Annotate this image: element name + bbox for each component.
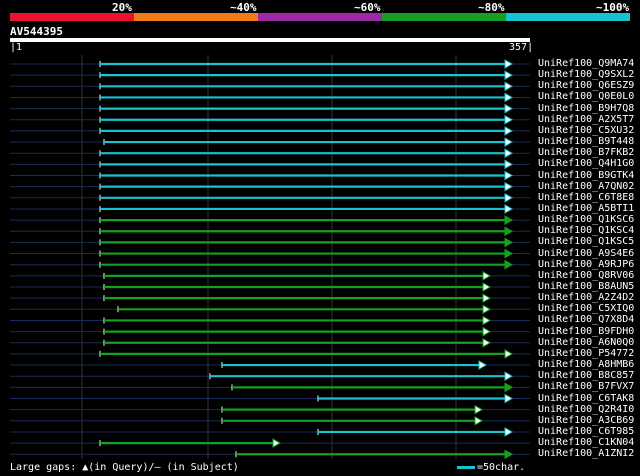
hit-label[interactable]: UniRef100_Q4H1G0 [538, 158, 634, 169]
hit-label[interactable]: UniRef100_Q2R4I0 [538, 404, 634, 415]
hit-bar[interactable] [221, 415, 484, 426]
hit-bar[interactable] [317, 393, 514, 404]
hit-label[interactable]: UniRef100_Q8RV06 [538, 270, 634, 281]
hit-bar[interactable] [103, 315, 492, 326]
hit-label[interactable]: UniRef100_A7QN02 [538, 181, 634, 192]
hit-bar[interactable] [99, 226, 514, 237]
hit-label[interactable]: UniRef100_B8AUN5 [538, 281, 634, 292]
legend-seg-purple [258, 13, 382, 21]
hit-bar[interactable] [99, 259, 514, 270]
hit-bar[interactable] [99, 248, 514, 259]
query-ruler [10, 38, 530, 42]
hit-bar[interactable] [99, 215, 514, 225]
hit-label[interactable]: UniRef100_Q9MA74 [538, 58, 634, 69]
hit-label[interactable]: UniRef100_C1KN04 [538, 437, 634, 448]
hit-bar[interactable] [99, 59, 514, 69]
hit-bar[interactable] [99, 438, 282, 448]
hit-bar[interactable] [103, 270, 492, 281]
hit-label[interactable]: UniRef100_Q0E0L0 [538, 91, 634, 102]
hit-bar[interactable] [99, 204, 514, 214]
hit-bar[interactable] [317, 427, 514, 437]
hit-bar[interactable] [103, 326, 492, 337]
scale-text: =50char. [477, 462, 526, 473]
ruler-start-tick: |1 [10, 42, 23, 53]
hit-bar[interactable] [103, 293, 492, 304]
hit-label[interactable]: UniRef100_A2Z4D2 [538, 292, 634, 303]
hit-label[interactable]: UniRef100_C6TAK8 [538, 393, 634, 404]
legend-seg-red [10, 13, 134, 21]
hit-label[interactable]: UniRef100_A1ZNI2 [538, 448, 634, 459]
hit-bar[interactable] [99, 114, 514, 125]
hit-label[interactable]: UniRef100_B8C857 [538, 370, 634, 381]
hit-bar[interactable] [99, 92, 514, 103]
query-name: AV544395 [10, 25, 63, 38]
hit-bar[interactable] [99, 192, 514, 203]
hit-bar[interactable] [99, 181, 514, 192]
hit-label[interactable]: UniRef100_A9RJP6 [538, 259, 634, 270]
hit-label[interactable]: UniRef100_B7FKB2 [538, 147, 634, 158]
hit-bar[interactable] [103, 282, 492, 292]
hit-label[interactable]: UniRef100_Q9SXL2 [538, 69, 634, 80]
hit-label[interactable]: UniRef100_A6N0Q0 [538, 337, 634, 348]
hit-bar[interactable] [99, 148, 514, 159]
scale-legend: =50char. [457, 462, 525, 473]
legend-seg-cyan [506, 13, 630, 21]
hit-bar[interactable] [235, 449, 514, 459]
hit-bar[interactable] [221, 404, 484, 415]
hit-label[interactable]: UniRef100_A9S4E6 [538, 248, 634, 259]
hit-label[interactable]: UniRef100_C6T8E8 [538, 192, 634, 203]
legend-seg-green [382, 13, 506, 21]
hit-bar[interactable] [99, 81, 514, 92]
hit-bar[interactable] [99, 349, 514, 359]
hit-bar[interactable] [103, 137, 514, 147]
hit-label[interactable]: UniRef100_Q1KSC4 [538, 225, 634, 236]
hit-bar[interactable] [99, 126, 514, 136]
gap-legend: Large gaps: ▲(in Query)/– (in Subject) [10, 462, 239, 473]
hit-label[interactable]: UniRef100_Q6ESZ9 [538, 80, 634, 91]
ruler-start: 1 [16, 42, 23, 53]
hit-label[interactable]: UniRef100_B9H7Q8 [538, 103, 634, 114]
hit-bar[interactable] [99, 237, 514, 248]
hit-bar[interactable] [99, 70, 514, 81]
hit-bar[interactable] [99, 170, 514, 181]
hit-label[interactable]: UniRef100_P54772 [538, 348, 634, 359]
hit-label[interactable]: UniRef100_C6T985 [538, 426, 634, 437]
hit-label[interactable]: UniRef100_B9GTK4 [538, 170, 634, 181]
hit-label[interactable]: UniRef100_A2X5T7 [538, 114, 634, 125]
scale-swatch [457, 465, 475, 469]
hit-bar[interactable] [117, 304, 492, 315]
hit-bar[interactable] [231, 382, 514, 393]
hit-label[interactable]: UniRef100_A3CB69 [538, 415, 634, 426]
hit-bar[interactable] [221, 360, 488, 370]
ruler-end: 357 [509, 42, 528, 53]
hit-label[interactable]: UniRef100_Q7X8D4 [538, 314, 634, 325]
legend-seg-orange [134, 13, 258, 21]
hit-label[interactable]: UniRef100_B9T448 [538, 136, 634, 147]
hit-label[interactable]: UniRef100_A8HMB6 [538, 359, 634, 370]
hit-label[interactable]: UniRef100_B7FVX7 [538, 381, 634, 392]
hit-bar[interactable] [103, 337, 492, 348]
hit-label[interactable]: UniRef100_A5BTI1 [538, 203, 634, 214]
hit-label[interactable]: UniRef100_B9FDH0 [538, 326, 634, 337]
identity-legend: 20% ~40% ~60% ~80% ~100% [10, 0, 630, 22]
hit-bar[interactable] [209, 371, 514, 382]
hit-label[interactable]: UniRef100_Q1KSC5 [538, 236, 634, 247]
hit-label[interactable]: UniRef100_C5XU32 [538, 125, 634, 136]
hit-bar[interactable] [99, 103, 514, 114]
hit-bar[interactable] [99, 159, 514, 170]
hit-label[interactable]: UniRef100_C5XIQ0 [538, 303, 634, 314]
ruler-end-tick: 357| [509, 42, 534, 53]
hit-label[interactable]: UniRef100_Q1KSC6 [538, 214, 634, 225]
